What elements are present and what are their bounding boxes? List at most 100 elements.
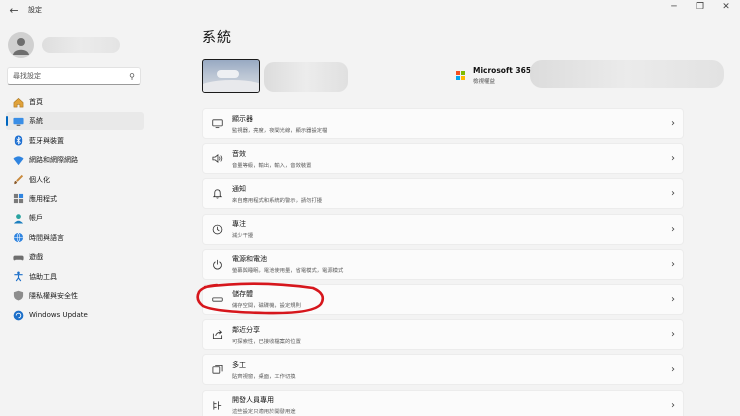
search-box[interactable]: ⚲ <box>7 67 141 85</box>
card-subtitle: 螢幕與睡眠，電池使用量，省電模式，電源模式 <box>232 268 344 275</box>
sidebar-nav: 首頁 系統 藍牙與裝置 網路和網際網路 個人化 應用程式 帳戶 時間與語言 遊戲… <box>6 93 144 326</box>
sidebar-item-privacy[interactable]: 隱私權與安全性 <box>6 287 144 305</box>
window-controls: ─ ❐ ✕ <box>668 2 732 12</box>
sidebar-item-label: 藍牙與裝置 <box>29 136 64 145</box>
settings-list: 顯示器 監視器，亮度，夜間光線，顯示器設定檔 › 音效 音量等級，輸出，輸入，音… <box>202 108 684 416</box>
card-for-developers[interactable]: 開發人員專用 這些設定只適用於開發用途 › <box>202 389 684 416</box>
chevron-right-icon: › <box>671 223 675 235</box>
card-notifications[interactable]: 通知 來自應用程式和系統的警示，請勿打擾 › <box>202 178 684 210</box>
sidebar-item-label: 個人化 <box>29 175 50 184</box>
chevron-right-icon: › <box>671 364 675 376</box>
ms365-name: Microsoft 365 <box>473 66 532 75</box>
close-icon[interactable]: ✕ <box>720 2 732 12</box>
title-bar: ← 設定 ─ ❐ ✕ <box>0 0 740 20</box>
game-icon <box>12 251 24 263</box>
card-sound[interactable]: 音效 音量等級，輸出，輸入，音效裝置 › <box>202 143 684 175</box>
apps-icon <box>12 193 24 205</box>
account-icon <box>12 212 24 224</box>
redacted-device-info <box>264 62 348 92</box>
bluetooth-icon <box>12 135 24 147</box>
card-subtitle: 減少干擾 <box>232 233 254 240</box>
card-title: 音效 <box>232 149 246 158</box>
card-title: 電源和電池 <box>232 255 267 264</box>
maximize-icon[interactable]: ❐ <box>694 2 706 12</box>
multitask-icon <box>209 364 225 375</box>
user-profile[interactable] <box>8 28 148 62</box>
redacted-account-info <box>530 60 724 88</box>
device-header: Microsoft 365 檢視權益 <box>200 58 724 98</box>
card-subtitle: 可探索性，已接收檔案的位置 <box>232 338 301 345</box>
card-display[interactable]: 顯示器 監視器，亮度，夜間光線，顯示器設定檔 › <box>202 108 684 139</box>
speaker-icon <box>209 153 225 164</box>
sidebar-item-accessibility[interactable]: 協助工具 <box>6 268 144 286</box>
sidebar-item-bluetooth[interactable]: 藍牙與裝置 <box>6 132 144 150</box>
share-icon <box>209 329 225 340</box>
card-focus[interactable]: 專注 減少干擾 › <box>202 213 684 245</box>
network-icon <box>12 154 24 166</box>
focus-icon <box>209 224 225 235</box>
sidebar-item-label: 首頁 <box>29 98 43 106</box>
desktop-wallpaper-thumbnail[interactable] <box>202 59 260 93</box>
system-icon <box>12 115 24 127</box>
sidebar-item-home[interactable]: 首頁 <box>6 93 144 111</box>
chevron-right-icon: › <box>671 329 675 341</box>
card-subtitle: 音量等級，輸出，輸入，音效裝置 <box>232 162 312 169</box>
main-content: 系統 Microsoft 365 檢視權益 顯示器 監視器，亮度，夜間光線，顯示… <box>200 20 724 416</box>
back-arrow-icon[interactable]: ← <box>6 4 22 17</box>
chevron-right-icon: › <box>671 399 675 411</box>
minimize-icon[interactable]: ─ <box>668 2 680 12</box>
sidebar-item-label: 帳戶 <box>29 214 43 223</box>
developer-icon <box>209 400 225 411</box>
card-title: 通知 <box>232 184 246 193</box>
sidebar-item-label: 應用程式 <box>29 194 57 203</box>
search-icon[interactable]: ⚲ <box>129 72 135 81</box>
accessibility-icon <box>12 271 24 283</box>
sidebar-item-time-language[interactable]: 時間與語言 <box>6 229 144 247</box>
card-power-battery[interactable]: 電源和電池 螢幕與睡眠，電池使用量，省電模式，電源模式 › <box>202 248 684 280</box>
shield-icon <box>12 290 24 302</box>
card-nearby-sharing[interactable]: 鄰近分享 可探索性，已接收檔案的位置 › <box>202 319 684 351</box>
search-input[interactable] <box>13 72 123 80</box>
redacted-user-name <box>42 37 120 53</box>
chevron-right-icon: › <box>671 153 675 165</box>
window-title: 設定 <box>28 6 42 14</box>
sidebar-item-label: 隱私權與安全性 <box>29 291 78 300</box>
sidebar-item-gaming[interactable]: 遊戲 <box>6 248 144 266</box>
sidebar-item-label: 網路和網際網路 <box>29 156 78 165</box>
sidebar-item-label: Windows Update <box>29 311 88 320</box>
ms365-view-benefits[interactable]: 檢視權益 <box>473 77 531 85</box>
microsoft-365-tile[interactable]: Microsoft 365 檢視權益 <box>456 66 531 85</box>
sidebar-item-apps[interactable]: 應用程式 <box>6 190 144 208</box>
sidebar-item-system[interactable]: 系統 <box>6 112 144 131</box>
sidebar-item-label: 時間與語言 <box>29 233 64 242</box>
sidebar: ⚲ 首頁 系統 藍牙與裝置 網路和網際網路 <box>0 22 150 416</box>
card-subtitle: 來自應用程式和系統的警示，請勿打擾 <box>232 197 323 204</box>
red-circle-annotation <box>196 282 325 315</box>
chevron-right-icon: › <box>671 258 675 270</box>
chevron-right-icon: › <box>671 293 675 305</box>
sidebar-item-personalization[interactable]: 個人化 <box>6 171 144 189</box>
sidebar-item-label: 協助工具 <box>29 272 57 281</box>
card-title: 顯示器 <box>232 114 253 123</box>
card-title: 專注 <box>232 220 246 229</box>
sidebar-item-label: 遊戲 <box>29 253 43 262</box>
card-subtitle: 貼齊視窗，桌面，工作切換 <box>232 373 296 380</box>
page-title: 系統 <box>202 30 232 46</box>
card-title: 多工 <box>232 360 246 369</box>
microsoft-logo-icon <box>456 71 465 80</box>
chevron-right-icon: › <box>671 188 675 200</box>
card-multitasking[interactable]: 多工 貼齊視窗，桌面，工作切換 › <box>202 354 684 386</box>
sidebar-item-windows-update[interactable]: Windows Update <box>6 306 144 324</box>
sidebar-item-accounts[interactable]: 帳戶 <box>6 209 144 227</box>
chevron-right-icon: › <box>671 118 675 129</box>
update-icon <box>12 309 24 321</box>
home-icon <box>12 96 24 108</box>
globe-icon <box>12 232 24 244</box>
card-subtitle: 這些設定只適用於開發用途 <box>232 409 296 415</box>
brush-icon <box>12 174 24 186</box>
sidebar-item-network[interactable]: 網路和網際網路 <box>6 151 144 169</box>
sidebar-item-label: 系統 <box>29 117 43 126</box>
power-icon <box>209 259 225 270</box>
avatar <box>8 32 34 58</box>
person-icon <box>13 38 29 55</box>
